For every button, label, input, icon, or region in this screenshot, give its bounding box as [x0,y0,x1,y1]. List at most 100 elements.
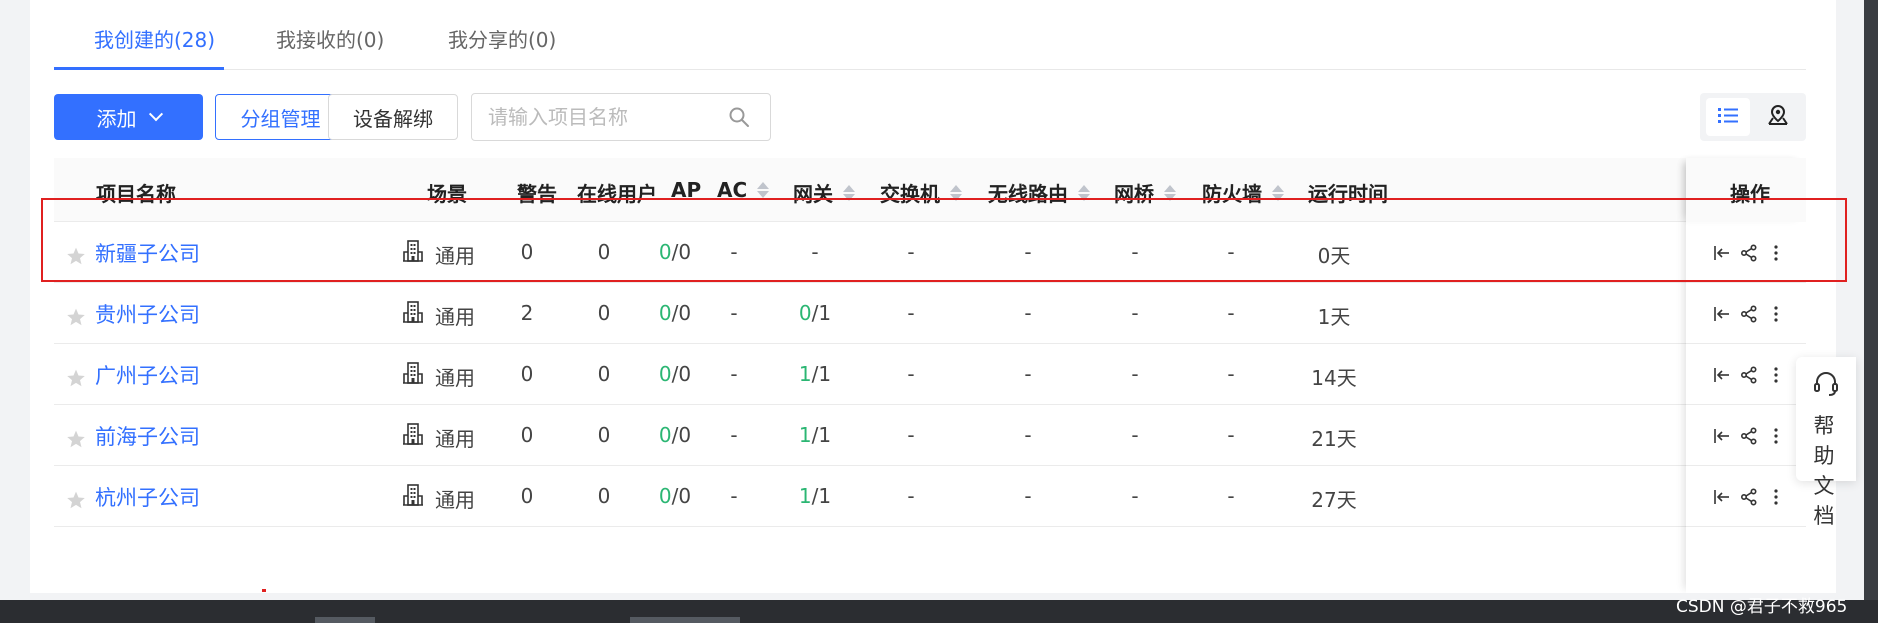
gateway-total-count: /1 [811,484,832,508]
highlight-box [41,198,1847,282]
active-tab-indicator [54,67,224,70]
project-name-link[interactable]: 杭州子公司 [95,482,200,512]
view-mode-toggle [1700,93,1806,141]
device-unbind-label: 设备解绑 [353,106,433,131]
uptime-value: 14天 [1311,366,1357,390]
list-view-button[interactable] [1706,98,1750,136]
gateway-online-count: 1 [798,362,812,386]
uptime-value: 27天 [1311,488,1357,512]
switch-value: - [907,423,915,447]
switch-value: - [907,301,915,325]
sort-icon [757,182,770,198]
ap-online-count: 0 [658,423,672,447]
star-icon[interactable] [66,307,86,331]
alert-value: 0 [520,362,534,386]
tab-shared[interactable]: 我分享的(0) [448,24,556,53]
firewall-value: - [1227,362,1235,386]
online-users-value: 0 [597,362,611,386]
row-actions [1686,344,1806,405]
help-docs-float[interactable]: 帮助文档 [1796,357,1856,528]
wireless-router-value: - [1024,484,1032,508]
tab-received[interactable]: 我接收的(0) [276,24,384,53]
more-icon[interactable] [1764,363,1788,387]
more-icon[interactable] [1764,485,1788,509]
ap-online-count: 0 [658,362,672,386]
add-button[interactable]: 添加 [54,94,203,140]
ap-value: 0/0 [659,362,691,386]
ap-total-count: /0 [671,301,692,325]
alert-value: 2 [520,301,534,325]
enter-project-icon[interactable] [1710,302,1734,326]
building-icon [402,483,424,511]
firewall-value: - [1227,423,1235,447]
bridge-value: - [1131,423,1139,447]
row-actions [1686,466,1806,527]
project-name-link[interactable]: 贵州子公司 [95,299,200,329]
project-name-link[interactable]: 广州子公司 [95,360,200,390]
enter-project-icon[interactable] [1710,485,1734,509]
ap-value: 0/0 [659,423,691,447]
search-icon[interactable] [728,106,750,132]
building-icon [402,300,424,328]
online-users-value: 0 [597,484,611,508]
wireless-router-value: - [1024,362,1032,386]
building-icon [402,422,424,450]
taskbar-item [630,617,740,623]
headset-icon [1813,369,1839,403]
bridge-value: - [1131,301,1139,325]
project-name-link[interactable]: 前海子公司 [95,421,200,451]
project-list-panel: 我创建的(28) 我接收的(0) 我分享的(0) 添加 分组管理 设备解绑 请输… [30,0,1836,593]
chevron-down-icon [148,107,163,122]
tab-created[interactable]: 我创建的(28) [94,24,215,53]
building-icon [402,361,424,389]
ap-value: 0/0 [659,484,691,508]
window-scroll-edge [1864,0,1878,623]
share-icon[interactable] [1737,424,1761,448]
enter-project-icon[interactable] [1710,363,1734,387]
gateway-total-count: /1 [811,301,832,325]
star-icon[interactable] [66,490,86,514]
bridge-value: - [1131,362,1139,386]
more-icon[interactable] [1764,302,1788,326]
firewall-value: - [1227,484,1235,508]
scene-value: 通用 [435,305,475,329]
marker-dot [262,589,266,592]
left-gutter [0,0,30,623]
taskbar-item [315,617,375,623]
wireless-router-value: - [1024,423,1032,447]
more-icon[interactable] [1764,424,1788,448]
scene-value: 通用 [435,427,475,451]
watermark-text: CSDN @君子不救965 [1676,597,1848,617]
map-view-button[interactable] [1756,98,1800,136]
ac-value: - [730,362,738,386]
ap-value: 0/0 [659,301,691,325]
star-icon[interactable] [66,429,86,453]
switch-value: - [907,484,915,508]
ap-online-count: 0 [658,301,672,325]
add-button-label: 添加 [96,106,137,131]
gateway-value: 1/1 [799,423,831,447]
firewall-value: - [1227,301,1235,325]
scene-value: 通用 [435,488,475,512]
gateway-total-count: /1 [811,362,832,386]
gateway-online-count: 1 [798,484,812,508]
ap-total-count: /0 [671,484,692,508]
list-icon [1717,105,1739,129]
enter-project-icon[interactable] [1710,424,1734,448]
share-icon[interactable] [1737,302,1761,326]
ap-total-count: /0 [671,423,692,447]
star-icon[interactable] [66,368,86,392]
gateway-value: 1/1 [799,484,831,508]
help-docs-label: 帮助文档 [1813,414,1835,528]
device-unbind-button[interactable]: 设备解绑 [328,94,458,140]
share-icon[interactable] [1737,363,1761,387]
ac-value: - [730,423,738,447]
gateway-online-count: 1 [798,423,812,447]
group-manage-label: 分组管理 [240,106,321,131]
project-tabs: 我创建的(28) 我接收的(0) 我分享的(0) [54,0,1806,70]
table-row: 杭州子公司 通用 0 0 0/0-1/1- - - -27天 [54,466,1806,527]
share-icon[interactable] [1737,485,1761,509]
gateway-online-count: 0 [798,301,812,325]
project-search-input[interactable] [488,104,718,130]
group-manage-button[interactable]: 分组管理 [215,94,346,140]
